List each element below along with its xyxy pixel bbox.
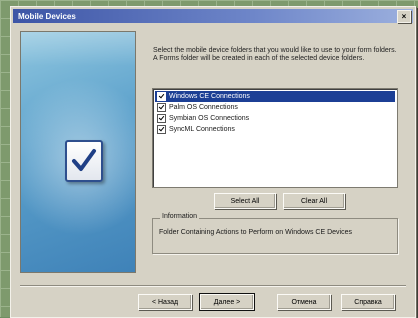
device-checkbox[interactable] xyxy=(157,125,166,134)
device-label: Palm OS Connections xyxy=(169,104,238,111)
device-label: Symbian OS Connections xyxy=(169,115,250,122)
dialog-title: Mobile Devices xyxy=(18,11,76,21)
wizard-side-panel xyxy=(20,31,136,273)
device-checkbox[interactable] xyxy=(157,103,166,112)
help-button[interactable]: Справка xyxy=(341,294,395,310)
information-text: Folder Containing Actions to Perform on … xyxy=(159,229,352,236)
next-button[interactable]: Далее > xyxy=(199,293,255,311)
close-icon[interactable]: × xyxy=(397,10,411,23)
select-all-button[interactable]: Select All xyxy=(214,193,276,209)
list-item[interactable]: Palm OS Connections xyxy=(155,102,395,113)
list-item[interactable]: SyncML Connections xyxy=(155,124,395,135)
back-button[interactable]: < Назад xyxy=(138,294,192,310)
device-label: SyncML Connections xyxy=(169,126,235,133)
device-checkbox[interactable] xyxy=(157,114,166,123)
title-bar: Mobile Devices × xyxy=(13,9,413,23)
device-folder-list[interactable]: Windows CE Connections Palm OS Connectio… xyxy=(152,88,398,188)
information-heading: Information xyxy=(160,213,200,220)
list-item[interactable]: Symbian OS Connections xyxy=(155,113,395,124)
cancel-button[interactable]: Отмена xyxy=(277,294,331,310)
list-item[interactable]: Windows CE Connections xyxy=(155,91,395,102)
device-label: Windows CE Connections xyxy=(169,93,250,100)
clear-all-button[interactable]: Clear All xyxy=(283,193,345,209)
side-panel-highlight xyxy=(21,32,135,66)
button-separator xyxy=(20,285,406,287)
checkmark-icon xyxy=(65,140,103,182)
instructions-text: Select the mobile device folders that yo… xyxy=(153,47,397,62)
device-checkbox[interactable] xyxy=(157,92,166,101)
mobile-devices-dialog: Mobile Devices × Select the mobile devic… xyxy=(10,6,416,318)
